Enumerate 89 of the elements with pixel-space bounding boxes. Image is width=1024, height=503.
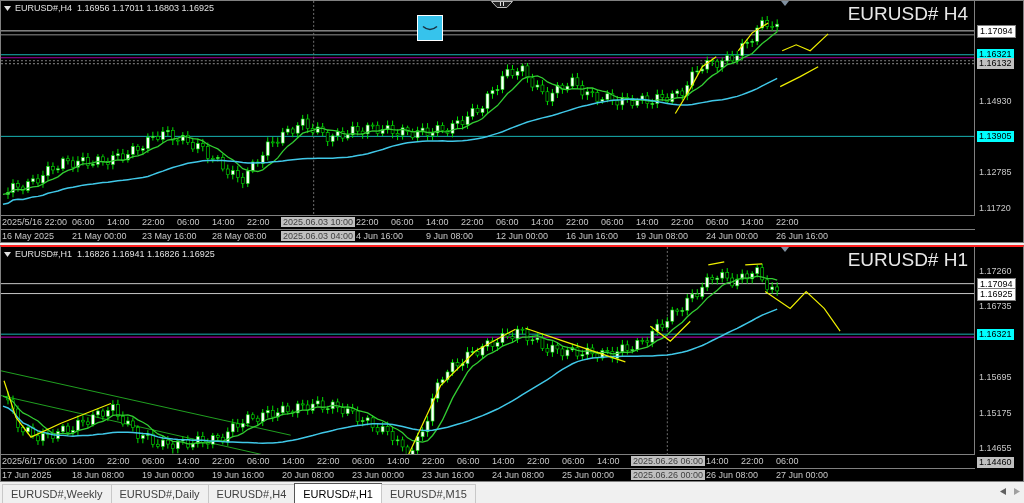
- price-label: 1.17260: [978, 266, 1013, 277]
- time-label: 22:00: [670, 217, 695, 228]
- time-label: 14:00: [705, 456, 730, 467]
- time-label: 14:00: [281, 456, 306, 467]
- time-label: 06:00: [561, 456, 586, 467]
- time-label: 22:00: [460, 217, 485, 228]
- time-label: 14:00: [635, 217, 660, 228]
- time-label: 2025/5/16 22:00: [1, 217, 69, 228]
- time-label: 14:00: [491, 456, 516, 467]
- time-label: 26 Jun 08:00: [705, 469, 760, 480]
- time-label: 23 Jun 00:00: [351, 469, 406, 480]
- time-label: 06:00: [705, 217, 730, 228]
- time-label: 27 Jun 00:00: [775, 469, 830, 480]
- time-label: 06:00: [600, 217, 625, 228]
- time-label: 2025.06.03 10:00: [281, 217, 356, 228]
- time-label: 18 Jun 08:00: [71, 469, 126, 480]
- time-label: 22:00: [316, 456, 341, 467]
- time-label: 06:00: [390, 217, 415, 228]
- time-label: 14:00: [211, 217, 236, 228]
- time-label: 17 Jun 2025: [1, 469, 53, 480]
- time-label: 06:00: [246, 456, 271, 467]
- time-label: 06:00: [71, 217, 96, 228]
- price-label: 1.14930: [978, 96, 1013, 107]
- price-label: 1.16132: [977, 58, 1014, 69]
- time-label: 22:00: [106, 456, 131, 467]
- time-label: 22:00: [421, 456, 446, 467]
- price-label: 1.11720: [978, 203, 1012, 214]
- price-label: 1.12785: [978, 167, 1013, 178]
- time-label: 2025.06.26 06:00: [631, 456, 706, 467]
- time-label: 14:00: [740, 217, 765, 228]
- time-label: 14:00: [176, 456, 201, 467]
- time-label: 16 Jun 16:00: [565, 230, 620, 241]
- time-label: 26 Jun 16:00: [775, 230, 830, 241]
- time-label: 22:00: [141, 217, 166, 228]
- chart-tab[interactable]: EURUSD#,H4: [207, 484, 296, 503]
- price-label: 1.15175: [978, 408, 1013, 419]
- time-label: 14:00: [106, 217, 131, 228]
- chart-tab[interactable]: EURUSD#,Weekly: [2, 484, 112, 503]
- price-label: 1.16321: [977, 329, 1014, 340]
- time-label: 06:00: [351, 456, 376, 467]
- time-label: 20 Jun 08:00: [281, 469, 336, 480]
- price-label: 1.15695: [978, 372, 1013, 383]
- chart-tab[interactable]: EURUSD#,H1: [294, 483, 382, 503]
- time-label: 22:00: [526, 456, 551, 467]
- time-label: 14:00: [425, 217, 450, 228]
- time-label: 14:00: [530, 217, 555, 228]
- time-label: 9 Jun 08:00: [425, 230, 475, 241]
- time-label: 2025.06.03 04:00: [281, 230, 356, 241]
- time-label: 06:00: [495, 217, 520, 228]
- time-label: 19 Jun 00:00: [141, 469, 196, 480]
- time-label: 2025.06.26 00:00: [631, 469, 706, 480]
- time-label: 14:00: [386, 456, 411, 467]
- chart-tab[interactable]: EURUSD#,Daily: [110, 484, 209, 503]
- time-label: 06:00: [141, 456, 166, 467]
- chart-title: EURUSD# H1: [847, 249, 968, 271]
- time-label: 23 Jun 16:00: [421, 469, 476, 480]
- time-label: 22:00: [211, 456, 236, 467]
- price-label: 1.14460: [977, 457, 1014, 468]
- time-label: 06:00: [775, 456, 800, 467]
- time-label: 22:00: [565, 217, 590, 228]
- time-label: 19 Jun 08:00: [635, 230, 690, 241]
- chart-symbol-quotes: EURUSD#,H1 1.16826 1.16941 1.16826 1.16925: [15, 249, 215, 259]
- price-label: 1.16735: [978, 301, 1013, 312]
- price-label: 1.14655: [978, 443, 1013, 454]
- time-label: 28 May 08:00: [211, 230, 268, 241]
- chart-symbol-quotes: EURUSD#,H4 1.16956 1.17011 1.16803 1.16925: [15, 3, 214, 13]
- time-label: 23 May 16:00: [141, 230, 198, 241]
- time-label: 22:00: [775, 217, 800, 228]
- chart-title: EURUSD# H4: [847, 3, 968, 25]
- time-label: 14:00: [596, 456, 621, 467]
- time-label: 06:00: [176, 217, 201, 228]
- time-label: 24 Jun 00:00: [705, 230, 760, 241]
- time-label: 06:00: [456, 456, 481, 467]
- time-label: 22:00: [740, 456, 765, 467]
- chart-tab[interactable]: EURUSD#,M15: [380, 484, 476, 503]
- price-label: 1.16925: [977, 288, 1016, 301]
- time-label: 16 May 2025: [1, 230, 56, 241]
- time-label: 14:00: [71, 456, 96, 467]
- time-label: 2025/6/17 06:00: [1, 456, 69, 467]
- price-label: 1.17094: [977, 25, 1016, 38]
- time-label: 24 Jun 08:00: [491, 469, 546, 480]
- time-label: 4 Jun 16:00: [355, 230, 405, 241]
- time-label: 21 May 00:00: [71, 230, 128, 241]
- time-label: 22:00: [246, 217, 271, 228]
- price-label: 1.13905: [977, 131, 1014, 142]
- time-label: 19 Jun 16:00: [211, 469, 266, 480]
- time-label: 12 Jun 00:00: [495, 230, 550, 241]
- time-label: 25 Jun 00:00: [561, 469, 616, 480]
- time-label: 22:00: [355, 217, 380, 228]
